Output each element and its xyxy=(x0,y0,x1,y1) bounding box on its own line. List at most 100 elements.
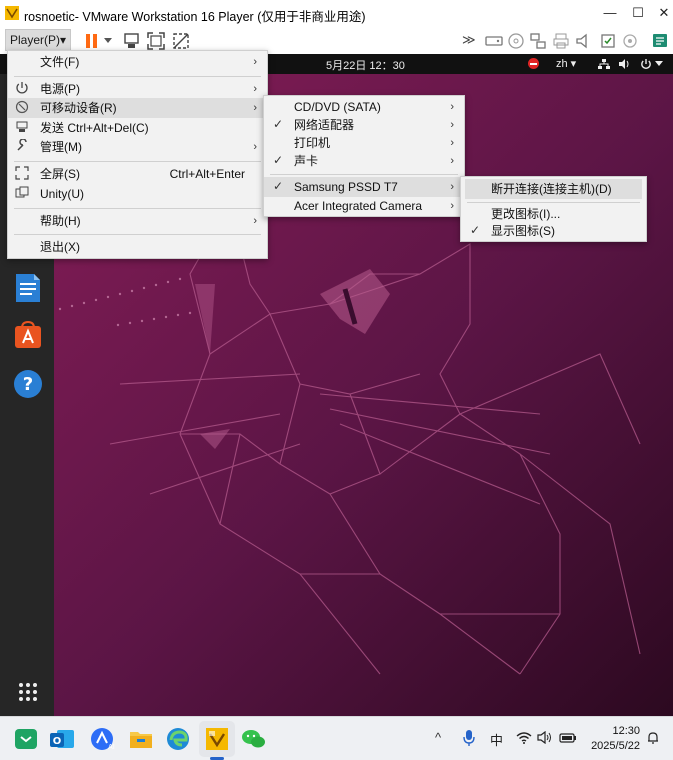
pause-dropdown-icon[interactable] xyxy=(104,38,112,44)
chevron-right-icon: › xyxy=(253,141,257,153)
network-adapter-icon[interactable] xyxy=(528,31,548,51)
menu-separator xyxy=(14,208,261,209)
widgets-app-icon[interactable] xyxy=(12,725,40,753)
speaker-icon[interactable] xyxy=(537,731,553,744)
sound-card-icon[interactable] xyxy=(574,31,594,51)
menu-item-unity[interactable]: Unity(U) xyxy=(8,184,267,204)
chevron-right-icon: › xyxy=(253,215,257,227)
menu-item-help[interactable]: 帮助(H) › xyxy=(8,211,267,231)
volume-icon[interactable] xyxy=(618,58,630,70)
windows-taskbar: O AI ^ 中 12:30 2025/5/22 xyxy=(0,716,673,760)
removable-device-icon xyxy=(15,100,29,114)
player-button-label: Player(P) xyxy=(10,33,61,47)
check-icon: ✓ xyxy=(272,179,284,193)
check-icon: ✓ xyxy=(272,117,284,131)
minimize-button[interactable]: — xyxy=(598,4,622,22)
samsung-ssd-menu: 断开连接(连接主机)(D) 更改图标(I)... ✓ 显示图标(S) xyxy=(460,176,647,242)
menu-item-file[interactable]: 文件(F) › xyxy=(8,52,267,72)
svg-text:AI: AI xyxy=(108,743,115,751)
chevron-down-icon: ▾ xyxy=(59,33,66,47)
fullscreen-icon[interactable] xyxy=(146,31,166,51)
taskbar-date[interactable]: 2025/5/22 xyxy=(585,740,640,752)
hard-disk-icon[interactable] xyxy=(484,31,504,51)
menu-separator xyxy=(14,76,261,77)
menu-separator xyxy=(467,202,640,203)
printer-icon[interactable] xyxy=(551,31,571,51)
chevron-down-icon[interactable] xyxy=(655,61,663,67)
check-icon: ✓ xyxy=(272,153,284,167)
maximize-button[interactable]: ☐ xyxy=(626,4,650,22)
wrench-icon xyxy=(17,139,27,151)
menu-item-exit[interactable]: 退出(X) xyxy=(8,237,267,257)
menu-item-manage[interactable]: 管理(M) › xyxy=(8,137,267,157)
menu-item-fullscreen[interactable]: 全屏(S) Ctrl+Alt+Enter xyxy=(8,164,267,184)
chevron-right-icon: › xyxy=(253,83,257,95)
menu-item-samsung-pssd-t7[interactable]: ✓ Samsung PSSD T7 › xyxy=(264,177,464,197)
outlook-icon[interactable]: O xyxy=(48,725,76,753)
chevron-right-icon: › xyxy=(450,181,454,193)
chevron-right-icon: › xyxy=(450,200,454,212)
menu-item-cd-dvd[interactable]: CD/DVD (SATA) › xyxy=(264,97,464,117)
menu-item-sound-card[interactable]: ✓ 声卡 › xyxy=(264,151,464,171)
menu-item-show-icon[interactable]: ✓ 显示图标(S) xyxy=(461,221,646,241)
wechat-icon[interactable] xyxy=(240,725,268,753)
vmware-player-taskbar-icon[interactable] xyxy=(203,725,231,753)
chevron-right-icon: › xyxy=(253,102,257,114)
double-chevron-right-icon[interactable]: ≫ xyxy=(462,32,476,48)
player-menu-button[interactable]: Player(P) ▾ xyxy=(5,29,71,51)
usb-device-icon[interactable] xyxy=(598,31,618,51)
player-menu: 文件(F) › 电源(P) › 可移动设备(R) › 发送 Ctrl+Alt+D… xyxy=(7,50,268,259)
menu-separator xyxy=(14,161,261,162)
pause-icon[interactable] xyxy=(82,31,102,51)
svg-text:?: ? xyxy=(23,374,33,395)
edge-browser-icon[interactable] xyxy=(164,725,192,753)
svg-text:O: O xyxy=(53,736,62,747)
do-not-disturb-icon xyxy=(528,58,539,69)
ubuntu-software-icon[interactable] xyxy=(13,320,43,350)
window-title-bar: rosnoetic- VMware Workstation 16 Player … xyxy=(0,0,673,28)
check-icon: ✓ xyxy=(469,223,481,237)
unity-icon[interactable] xyxy=(171,31,191,51)
cd-dvd-icon[interactable] xyxy=(506,31,526,51)
battery-icon[interactable] xyxy=(559,731,577,744)
send-ctrl-alt-del-icon[interactable] xyxy=(122,31,142,51)
notification-bell-icon[interactable] xyxy=(646,731,660,745)
power-icon[interactable] xyxy=(640,58,652,70)
menu-item-acer-camera[interactable]: Acer Integrated Camera › xyxy=(264,196,464,216)
menu-separator xyxy=(14,234,261,235)
chevron-right-icon: › xyxy=(450,155,454,167)
network-icon[interactable] xyxy=(598,58,610,70)
keyboard-send-icon xyxy=(16,121,28,132)
microphone-icon[interactable] xyxy=(462,729,476,747)
close-button[interactable]: ✕ xyxy=(652,4,673,22)
unity-icon xyxy=(15,186,29,198)
menu-item-removable-devices[interactable]: 可移动设备(R) › xyxy=(8,98,267,118)
input-language-indicator[interactable]: zh ▾ xyxy=(556,57,576,70)
camera-icon[interactable] xyxy=(620,31,640,51)
menu-item-disconnect[interactable]: 断开连接(连接主机)(D) xyxy=(465,179,642,199)
taskbar-time[interactable]: 12:30 xyxy=(596,725,640,737)
menu-item-network-adapter[interactable]: ✓ 网络适配器 › xyxy=(264,115,464,135)
wifi-icon[interactable] xyxy=(516,731,532,744)
chevron-right-icon: › xyxy=(450,137,454,149)
menu-item-send-ctrl-alt-del[interactable]: 发送 Ctrl+Alt+Del(C) xyxy=(8,118,267,138)
chevron-right-icon: › xyxy=(450,119,454,131)
show-applications-icon[interactable] xyxy=(18,682,38,702)
chevron-right-icon: › xyxy=(253,56,257,68)
fullscreen-icon xyxy=(15,166,29,180)
message-log-icon[interactable] xyxy=(650,31,670,51)
ai-assistant-icon[interactable]: AI xyxy=(88,725,116,753)
menu-item-power[interactable]: 电源(P) › xyxy=(8,79,267,99)
vmware-app-icon xyxy=(5,6,19,20)
ime-indicator[interactable]: 中 xyxy=(490,730,503,749)
power-icon xyxy=(16,82,28,94)
help-icon[interactable]: ? xyxy=(13,369,43,399)
ubuntu-clock[interactable]: 5月22日 12：30 xyxy=(326,57,405,73)
chevron-right-icon: › xyxy=(450,101,454,113)
menu-separator xyxy=(270,174,458,175)
file-explorer-icon[interactable] xyxy=(127,725,155,753)
menu-item-printer[interactable]: 打印机 › xyxy=(264,133,464,153)
tray-overflow-chevron[interactable]: ^ xyxy=(435,730,441,745)
window-title: rosnoetic- VMware Workstation 16 Player … xyxy=(24,10,366,24)
libreoffice-writer-icon[interactable] xyxy=(14,272,42,304)
